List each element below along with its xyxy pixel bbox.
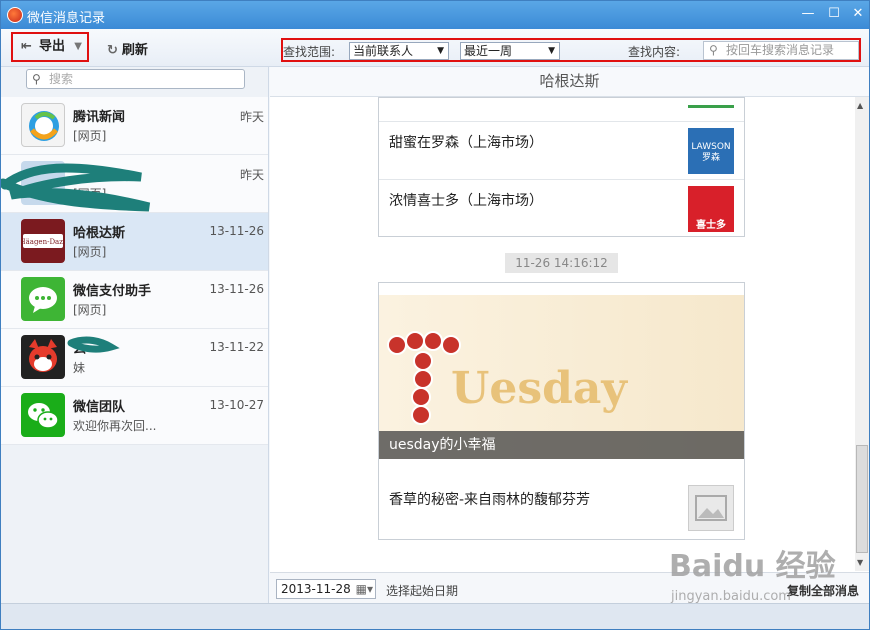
dropdown-arrow-icon: ▼ <box>437 46 444 56</box>
date-hint: 选择起始日期 <box>386 584 459 598</box>
contact-preview: [网页] <box>73 129 107 143</box>
range-value: 当前联系人 <box>353 44 414 58</box>
contact-item-selected[interactable]: Häagen-Dazs 哈根达斯 [网页] 13-11-26 <box>1 213 268 271</box>
contact-sidebar: ⚲ 搜索 腾讯新闻 [网页] 昨天 [网页] 昨天 Häagen-Dazs 哈根… <box>1 67 269 603</box>
search-icon: ⚲ <box>32 72 41 86</box>
export-button[interactable]: ⇤ 导出 ▼ <box>11 32 89 62</box>
contact-item[interactable]: 腾讯新闻 [网页] 昨天 <box>1 97 268 155</box>
calendar-icon[interactable]: ▦▾ <box>356 580 373 598</box>
contact-preview: 欢迎你再次回... <box>73 419 157 433</box>
export-icon: ⇤ <box>21 39 32 54</box>
article-title: 香草的秘密-来自雨林的馥郁芬芳 <box>389 492 591 508</box>
contact-search-input[interactable]: ⚲ 搜索 <box>26 69 245 89</box>
app-logo-icon <box>7 7 23 23</box>
article-item[interactable]: 甜蜜在罗森（上海市场） LAWSON 罗森 <box>379 122 744 180</box>
scrollbar-thumb[interactable] <box>856 445 868 553</box>
maximize-button[interactable]: ☐ <box>824 5 844 23</box>
contact-date: 13-11-26 <box>209 282 264 296</box>
range-select[interactable]: 当前联系人 ▼ <box>349 42 449 60</box>
watermark-brand: Baidu 经验 <box>669 549 836 584</box>
refresh-button[interactable]: ↻ 刷新 <box>107 39 148 58</box>
message-timestamp: 11-26 14:16:12 <box>505 253 618 273</box>
wechat-team-avatar <box>21 393 65 437</box>
minimize-button[interactable]: — <box>798 5 818 23</box>
contact-preview: [网页] <box>73 245 107 259</box>
chat-scrollbar[interactable]: ▲ ▼ <box>855 97 869 571</box>
svg-text:Häagen-Dazs: Häagen-Dazs <box>21 238 65 246</box>
contact-preview: [网页] <box>73 303 107 317</box>
start-date-value: 2013-11-28 <box>281 582 351 596</box>
article-title: 甜蜜在罗森（上海市场） <box>389 135 543 151</box>
article-item[interactable]: 浓情喜士多（上海市场） 喜士多 <box>379 180 744 236</box>
search-icon: ⚲ <box>709 43 718 57</box>
baidu-watermark: Baidu 经验 jingyan.baidu.com <box>669 541 869 611</box>
message-search-input[interactable]: ⚲ 按回车搜索消息记录 <box>703 41 859 60</box>
close-button[interactable]: ✕ <box>848 5 868 23</box>
contact-name: 腾讯新闻 <box>73 110 126 125</box>
article-item[interactable]: 香草的秘密-来自雨林的馥郁芬芳 <box>379 479 744 537</box>
title-bar: 微信消息记录 — ☐ ✕ <box>1 1 869 29</box>
message-search-placeholder: 按回车搜索消息记录 <box>726 43 835 57</box>
chat-title: 哈根达斯 <box>270 67 869 97</box>
app-window: 微信消息记录 — ☐ ✕ ⇤ 导出 ▼ ↻ 刷新 查找范围: 当前联系人 ▼ 最近一… <box>0 0 870 630</box>
redaction-scribble <box>1 163 151 212</box>
cstore-thumb: 喜士多 <box>688 186 734 232</box>
chat-panel: 哈根达斯 甜蜜在罗森（上海市场） LAWSON 罗森 浓情喜士多（上海市场） 喜… <box>270 67 869 603</box>
toolbar: ⇤ 导出 ▼ ↻ 刷新 查找范围: 当前联系人 ▼ 最近一周 ▼ 查找内容: ⚲ 按… <box>1 29 869 67</box>
image-placeholder-icon <box>688 485 734 531</box>
article-card: 甜蜜在罗森（上海市场） LAWSON 罗森 浓情喜士多（上海市场） 喜士多 <box>378 97 745 237</box>
wechat-pay-avatar <box>21 277 65 321</box>
watermark-url: jingyan.baidu.com <box>671 589 791 604</box>
contact-list: 腾讯新闻 [网页] 昨天 [网页] 昨天 Häagen-Dazs 哈根达斯 [网… <box>1 97 268 445</box>
banner-word: Uesday <box>451 363 627 414</box>
haagen-dazs-avatar: Häagen-Dazs <box>19 219 67 263</box>
contact-date: 昨天 <box>239 168 264 182</box>
export-label: 导出 <box>39 39 66 54</box>
chevron-down-icon[interactable]: ▼ <box>74 34 82 60</box>
tencent-news-avatar <box>21 103 65 147</box>
familymart-thumb <box>688 98 734 108</box>
contact-name: 微信团队 <box>73 400 126 415</box>
contact-date: 13-11-26 <box>209 224 264 238</box>
scroll-up-icon[interactable]: ▲ <box>857 101 863 110</box>
range-label: 查找范围: <box>283 45 336 59</box>
contact-name: 微信支付助手 <box>73 284 152 299</box>
contact-date: 13-10-27 <box>209 398 264 412</box>
window-title: 微信消息记录 <box>27 11 106 26</box>
contact-item[interactable]: [网页] 昨天 <box>1 155 268 213</box>
period-select[interactable]: 最近一周 ▼ <box>460 42 560 60</box>
article-card: Uesday uesday的小幸福 香草的秘密-来自雨林的馥郁芬芳 <box>378 282 745 540</box>
contact-date: 13-11-22 <box>209 340 264 354</box>
contact-item[interactable]: 微信支付助手 [网页] 13-11-26 <box>1 271 268 329</box>
article-banner[interactable]: Uesday uesday的小幸福 <box>379 295 744 459</box>
contact-search-placeholder: 搜索 <box>49 72 74 86</box>
article-title: 浓情喜士多（上海市场） <box>389 193 543 209</box>
banner-caption: uesday的小幸福 <box>379 431 744 459</box>
dropdown-arrow-icon: ▼ <box>548 46 555 56</box>
contact-name: 哈根达斯 <box>73 226 126 241</box>
start-date-picker[interactable]: 2013-11-28 ▦▾ <box>276 579 376 599</box>
lawson-thumb: LAWSON 罗森 <box>688 128 734 174</box>
article-card-top <box>379 98 744 122</box>
contact-date: 昨天 <box>239 110 264 124</box>
contact-item[interactable]: 么 妹 13-11-22 <box>1 329 268 387</box>
refresh-label: 刷新 <box>121 43 148 58</box>
contact-item[interactable]: 微信团队 欢迎你再次回... 13-10-27 <box>1 387 268 445</box>
refresh-icon: ↻ <box>107 43 118 58</box>
filter-bar: 查找范围: 当前联系人 ▼ 最近一周 ▼ 查找内容: ⚲ 按回车搜索消息记录 <box>281 38 861 62</box>
redaction-scribble <box>67 336 120 353</box>
content-label: 查找内容: <box>628 45 681 59</box>
period-value: 最近一周 <box>464 44 513 58</box>
